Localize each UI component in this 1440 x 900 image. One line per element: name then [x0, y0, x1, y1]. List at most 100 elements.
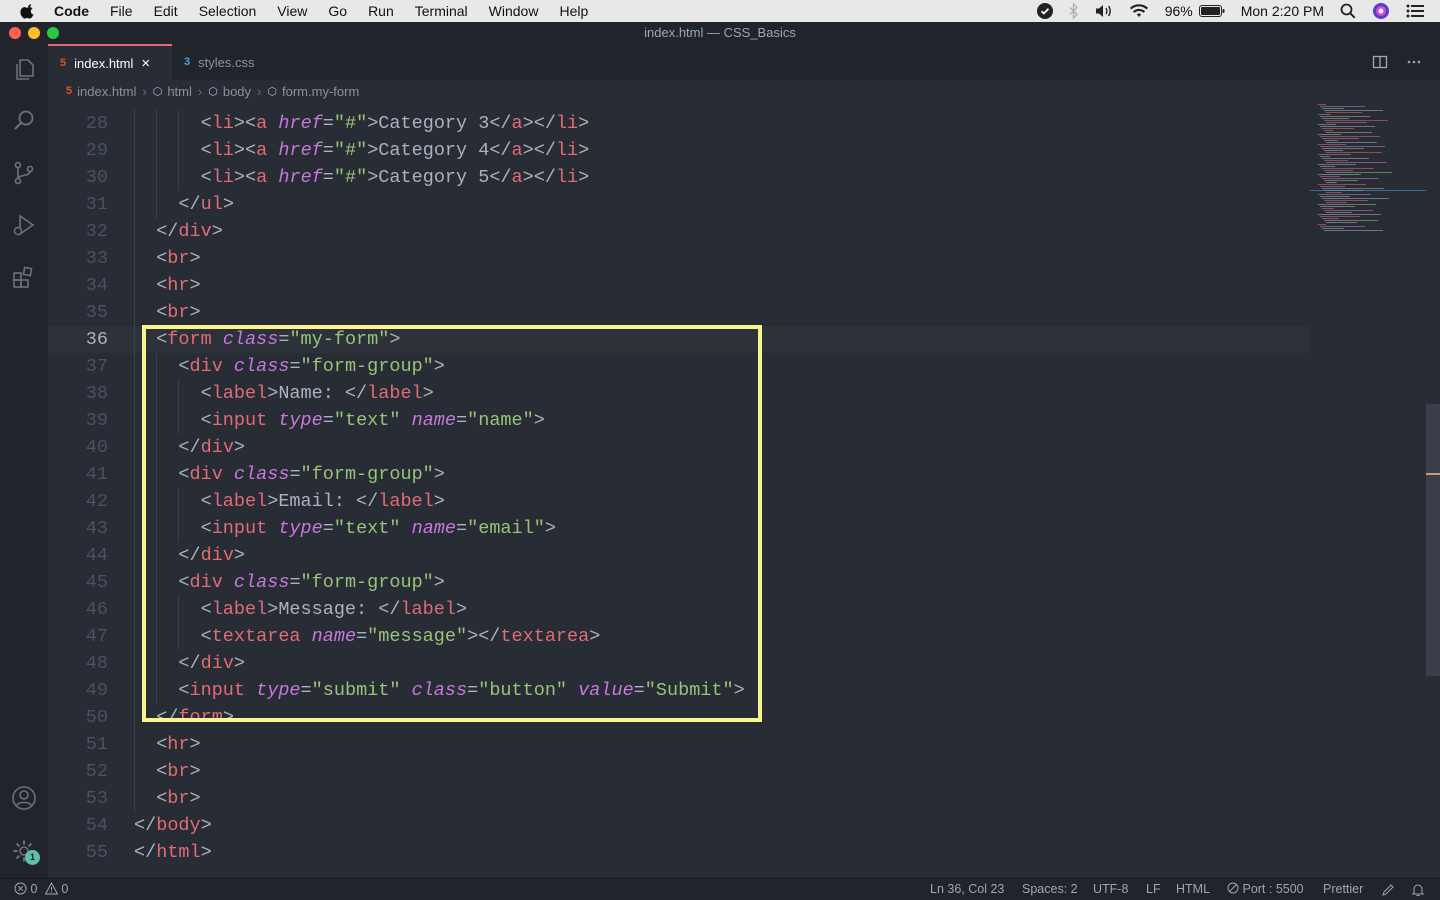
- code-line[interactable]: 31 </ul>: [48, 191, 1310, 218]
- tab-styles-css[interactable]: 3 styles.css: [172, 44, 294, 80]
- menu-file[interactable]: File: [110, 3, 133, 19]
- line-number[interactable]: 28: [48, 110, 108, 137]
- explorer-files-icon[interactable]: [11, 56, 37, 82]
- line-number[interactable]: 44: [48, 542, 108, 569]
- breadcrumb-form[interactable]: form.my-form: [282, 84, 359, 99]
- indent-guide: [178, 137, 180, 164]
- line-number[interactable]: 46: [48, 596, 108, 623]
- code-text: </html>: [134, 839, 212, 866]
- menu-help[interactable]: Help: [559, 3, 588, 19]
- code-line[interactable]: 34 <hr>: [48, 272, 1310, 299]
- code-line[interactable]: 28 <li><a href="#">Category 3</a></li>: [48, 110, 1310, 137]
- code-line[interactable]: 33 <br>: [48, 245, 1310, 272]
- breadcrumb-body[interactable]: body: [223, 84, 251, 99]
- notifications-bell-icon[interactable]: [1411, 883, 1425, 897]
- split-editor-icon[interactable]: [1372, 54, 1388, 70]
- code-text: <hr>: [156, 731, 200, 758]
- code-line[interactable]: 54 </body>: [48, 812, 1310, 839]
- battery-icon[interactable]: [1198, 5, 1225, 17]
- notification-center-icon[interactable]: [1406, 4, 1424, 18]
- menu-run[interactable]: Run: [368, 3, 394, 19]
- line-number[interactable]: 52: [48, 758, 108, 785]
- problems-indicator[interactable]: 0 0: [14, 881, 68, 896]
- code-line[interactable]: 30 <li><a href="#">Category 5</a></li>: [48, 164, 1310, 191]
- code-line[interactable]: 52 <br>: [48, 758, 1310, 785]
- encoding[interactable]: UTF-8: [1093, 882, 1128, 896]
- line-number[interactable]: 51: [48, 731, 108, 758]
- line-number[interactable]: 54: [48, 812, 108, 839]
- menu-window[interactable]: Window: [489, 3, 539, 19]
- apple-logo-icon[interactable]: [20, 3, 36, 19]
- line-number[interactable]: 43: [48, 515, 108, 542]
- prettier-formatter[interactable]: Prettier: [1323, 882, 1363, 896]
- run-debug-icon[interactable]: [11, 212, 37, 238]
- line-number[interactable]: 50: [48, 704, 108, 731]
- line-number[interactable]: 42: [48, 488, 108, 515]
- maximize-window-button[interactable]: [47, 27, 59, 39]
- extensions-icon[interactable]: [11, 264, 37, 290]
- line-number[interactable]: 55: [48, 839, 108, 866]
- editor-scrollbar[interactable]: [1426, 102, 1440, 878]
- line-number[interactable]: 37: [48, 353, 108, 380]
- volume-icon[interactable]: [1095, 3, 1113, 19]
- search-icon[interactable]: [11, 108, 37, 134]
- menu-go[interactable]: Go: [328, 3, 347, 19]
- menu-edit[interactable]: Edit: [154, 3, 178, 19]
- live-server-port[interactable]: Port : 5500: [1227, 882, 1304, 896]
- feedback-icon[interactable]: [1381, 883, 1395, 897]
- spotlight-search-icon[interactable]: [1340, 3, 1356, 19]
- menu-app-code[interactable]: Code: [54, 3, 89, 19]
- scrollbar-thumb[interactable]: [1426, 404, 1440, 676]
- line-number[interactable]: 45: [48, 569, 108, 596]
- line-number[interactable]: 29: [48, 137, 108, 164]
- indentation[interactable]: Spaces: 2: [1022, 882, 1078, 896]
- line-number[interactable]: 40: [48, 434, 108, 461]
- close-tab-icon[interactable]: ×: [141, 55, 150, 72]
- indent-guide: [134, 515, 135, 542]
- more-actions-icon[interactable]: [1406, 54, 1422, 70]
- line-number[interactable]: 34: [48, 272, 108, 299]
- punctuation-token: <: [156, 248, 168, 269]
- bluetooth-icon[interactable]: [1069, 3, 1079, 19]
- line-number[interactable]: 53: [48, 785, 108, 812]
- menubar-clock[interactable]: Mon 2:20 PM: [1241, 3, 1324, 19]
- tab-index-html[interactable]: 5 index.html ×: [48, 44, 172, 80]
- minimap[interactable]: [1310, 102, 1428, 878]
- end-of-line[interactable]: LF: [1146, 882, 1161, 896]
- code-line[interactable]: 35 <br>: [48, 299, 1310, 326]
- line-number[interactable]: 48: [48, 650, 108, 677]
- code-line[interactable]: 32 </div>: [48, 218, 1310, 245]
- tag-token: li: [555, 167, 579, 188]
- code-line[interactable]: 55 </html>: [48, 839, 1310, 866]
- line-number[interactable]: 30: [48, 164, 108, 191]
- wifi-icon[interactable]: [1129, 3, 1149, 19]
- language-mode[interactable]: HTML: [1176, 882, 1210, 896]
- code-line[interactable]: 53 <br>: [48, 785, 1310, 812]
- menu-terminal[interactable]: Terminal: [415, 3, 468, 19]
- line-number[interactable]: 32: [48, 218, 108, 245]
- siri-icon[interactable]: [1372, 2, 1390, 20]
- line-number[interactable]: 35: [48, 299, 108, 326]
- menu-view[interactable]: View: [277, 3, 307, 19]
- account-icon[interactable]: [11, 785, 37, 811]
- code-line[interactable]: 29 <li><a href="#">Category 4</a></li>: [48, 137, 1310, 164]
- cursor-position[interactable]: Ln 36, Col 23: [930, 882, 1004, 896]
- breadcrumb-file[interactable]: index.html: [77, 84, 136, 99]
- line-number[interactable]: 49: [48, 677, 108, 704]
- line-number[interactable]: 36: [48, 326, 108, 353]
- line-number[interactable]: 41: [48, 461, 108, 488]
- breadcrumb-html[interactable]: html: [167, 84, 192, 99]
- close-window-button[interactable]: [9, 27, 21, 39]
- minimap-line: [1324, 140, 1338, 141]
- line-number[interactable]: 47: [48, 623, 108, 650]
- source-control-icon[interactable]: [11, 160, 37, 186]
- tag-token: div: [178, 221, 212, 242]
- line-number[interactable]: 33: [48, 245, 108, 272]
- code-line[interactable]: 51 <hr>: [48, 731, 1310, 758]
- checkmark-status-icon[interactable]: [1036, 3, 1053, 19]
- line-number[interactable]: 39: [48, 407, 108, 434]
- menu-selection[interactable]: Selection: [199, 3, 257, 19]
- line-number[interactable]: 38: [48, 380, 108, 407]
- minimize-window-button[interactable]: [28, 27, 40, 39]
- line-number[interactable]: 31: [48, 191, 108, 218]
